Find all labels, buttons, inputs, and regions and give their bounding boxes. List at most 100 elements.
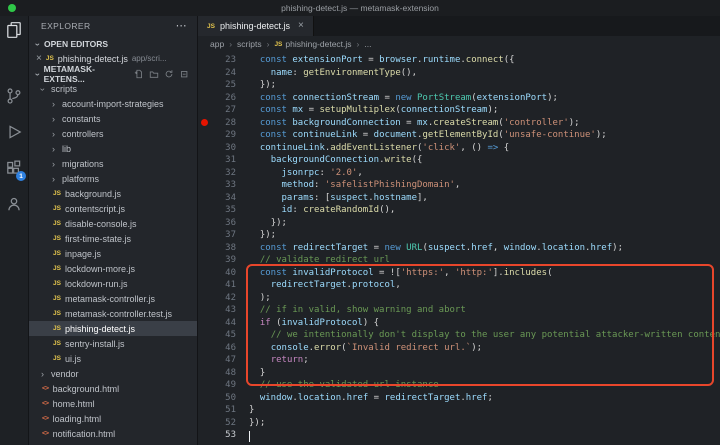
- explorer-icon[interactable]: [5, 21, 23, 39]
- glyph-margin[interactable]: [198, 229, 210, 242]
- glyph-margin[interactable]: [198, 254, 210, 267]
- tree-item-loading.html[interactable]: <>loading.html: [29, 411, 197, 426]
- line-number[interactable]: 34: [210, 192, 236, 205]
- tree-item-contentscript.js[interactable]: JScontentscript.js: [29, 201, 197, 216]
- tree-item-controllers[interactable]: ›controllers: [29, 126, 197, 141]
- glyph-margin[interactable]: [198, 167, 210, 180]
- tree-item-platforms[interactable]: ›platforms: [29, 171, 197, 186]
- line-number[interactable]: 27: [210, 104, 236, 117]
- traffic-light-green[interactable]: [8, 4, 16, 12]
- glyph-margin[interactable]: [198, 142, 210, 155]
- tree-item-disable-console.js[interactable]: JSdisable-console.js: [29, 216, 197, 231]
- line-number[interactable]: 32: [210, 167, 236, 180]
- code-text[interactable]: }: [236, 404, 254, 417]
- glyph-margin[interactable]: [198, 429, 210, 442]
- line-number[interactable]: 40: [210, 267, 236, 280]
- tree-item-constants[interactable]: ›constants: [29, 111, 197, 126]
- glyph-margin[interactable]: [198, 292, 210, 305]
- breakpoint-dot[interactable]: [198, 117, 210, 130]
- line-number[interactable]: 47: [210, 354, 236, 367]
- tree-item-vendor[interactable]: ›vendor: [29, 366, 197, 381]
- code-text[interactable]: if (invalidProtocol) {: [236, 317, 379, 330]
- tree-item-home.html[interactable]: <>home.html: [29, 396, 197, 411]
- tab-close-icon[interactable]: ×: [298, 21, 304, 31]
- code-text[interactable]: params: [suspect.hostname],: [236, 192, 428, 205]
- glyph-margin[interactable]: [198, 104, 210, 117]
- glyph-margin[interactable]: [198, 342, 210, 355]
- glyph-margin[interactable]: [198, 279, 210, 292]
- line-number[interactable]: 45: [210, 329, 236, 342]
- tree-item-migrations[interactable]: ›migrations: [29, 156, 197, 171]
- line-number[interactable]: 46: [210, 342, 236, 355]
- code-text[interactable]: const continueLink = document.getElement…: [236, 129, 607, 142]
- open-editors-header[interactable]: › OPEN EDITORS: [29, 36, 197, 51]
- glyph-margin[interactable]: [198, 354, 210, 367]
- collapse-all-icon[interactable]: [179, 69, 189, 79]
- line-number[interactable]: 37: [210, 229, 236, 242]
- glyph-margin[interactable]: [198, 192, 210, 205]
- glyph-margin[interactable]: [198, 179, 210, 192]
- line-number[interactable]: 23: [210, 54, 236, 67]
- line-number[interactable]: 39: [210, 254, 236, 267]
- code-text[interactable]: const invalidProtocol = !['https:', 'htt…: [236, 267, 553, 280]
- line-number[interactable]: 36: [210, 217, 236, 230]
- tree-item-metamask-controller.test.js[interactable]: JSmetamask-controller.test.js: [29, 306, 197, 321]
- glyph-margin[interactable]: [198, 317, 210, 330]
- code-text[interactable]: [236, 429, 250, 442]
- code-text[interactable]: jsonrpc: '2.0',: [236, 167, 363, 180]
- line-number[interactable]: 38: [210, 242, 236, 255]
- code-text[interactable]: backgroundConnection.write({: [236, 154, 422, 167]
- glyph-margin[interactable]: [198, 404, 210, 417]
- code-text[interactable]: });: [236, 229, 276, 242]
- code-text[interactable]: });: [236, 417, 265, 430]
- line-number[interactable]: 30: [210, 142, 236, 155]
- code-text[interactable]: }: [236, 367, 265, 380]
- breadcrumb-item[interactable]: ...: [364, 39, 371, 49]
- glyph-margin[interactable]: [198, 304, 210, 317]
- code-text[interactable]: const connectionStream = new PortStream(…: [236, 92, 558, 105]
- tree-item-notification.html[interactable]: <>notification.html: [29, 426, 197, 441]
- code-text[interactable]: // validate redirect url: [236, 254, 390, 267]
- code-text[interactable]: // use the validated url instance: [236, 379, 439, 392]
- line-number[interactable]: 43: [210, 304, 236, 317]
- more-actions-icon[interactable]: ⋯: [176, 22, 187, 30]
- code-text[interactable]: );: [236, 292, 271, 305]
- tree-item-metamask-controller.js[interactable]: JSmetamask-controller.js: [29, 291, 197, 306]
- tree-item-phishing-detect.js[interactable]: JSphishing-detect.js: [29, 321, 197, 336]
- line-number[interactable]: 49: [210, 379, 236, 392]
- glyph-margin[interactable]: [198, 392, 210, 405]
- glyph-margin[interactable]: [198, 154, 210, 167]
- tree-item-sentry-install.js[interactable]: JSsentry-install.js: [29, 336, 197, 351]
- tree-item-first-time-state.js[interactable]: JSfirst-time-state.js: [29, 231, 197, 246]
- glyph-margin[interactable]: [198, 92, 210, 105]
- glyph-margin[interactable]: [198, 204, 210, 217]
- glyph-margin[interactable]: [198, 267, 210, 280]
- code-text[interactable]: const redirectTarget = new URL(suspect.h…: [236, 242, 623, 255]
- line-number[interactable]: 31: [210, 154, 236, 167]
- glyph-margin[interactable]: [198, 217, 210, 230]
- workspace-header[interactable]: › METAMASK-EXTENS...: [29, 66, 197, 81]
- line-number[interactable]: 51: [210, 404, 236, 417]
- tree-item-account-import-strategies[interactable]: ›account-import-strategies: [29, 96, 197, 111]
- line-number[interactable]: 53: [210, 429, 236, 442]
- extensions-icon[interactable]: 1: [5, 159, 23, 177]
- code-text[interactable]: console.error(`Invalid redirect url.`);: [236, 342, 482, 355]
- breadcrumb-item[interactable]: JSphishing-detect.js: [274, 39, 351, 49]
- line-number[interactable]: 28: [210, 117, 236, 130]
- glyph-margin[interactable]: [198, 329, 210, 342]
- tree-item-ui.js[interactable]: JSui.js: [29, 351, 197, 366]
- glyph-margin[interactable]: [198, 67, 210, 80]
- source-control-icon[interactable]: [5, 87, 23, 105]
- line-number[interactable]: 24: [210, 67, 236, 80]
- run-debug-icon[interactable]: [5, 123, 23, 141]
- line-number[interactable]: 26: [210, 92, 236, 105]
- code-text[interactable]: id: createRandomId(),: [236, 204, 395, 217]
- line-number[interactable]: 48: [210, 367, 236, 380]
- refresh-icon[interactable]: [164, 69, 174, 79]
- line-number[interactable]: 25: [210, 79, 236, 92]
- breadcrumb-item[interactable]: scripts: [237, 39, 262, 49]
- glyph-margin[interactable]: [198, 417, 210, 430]
- tree-item-lockdown-run.js[interactable]: JSlockdown-run.js: [29, 276, 197, 291]
- glyph-margin[interactable]: [198, 379, 210, 392]
- glyph-margin[interactable]: [198, 129, 210, 142]
